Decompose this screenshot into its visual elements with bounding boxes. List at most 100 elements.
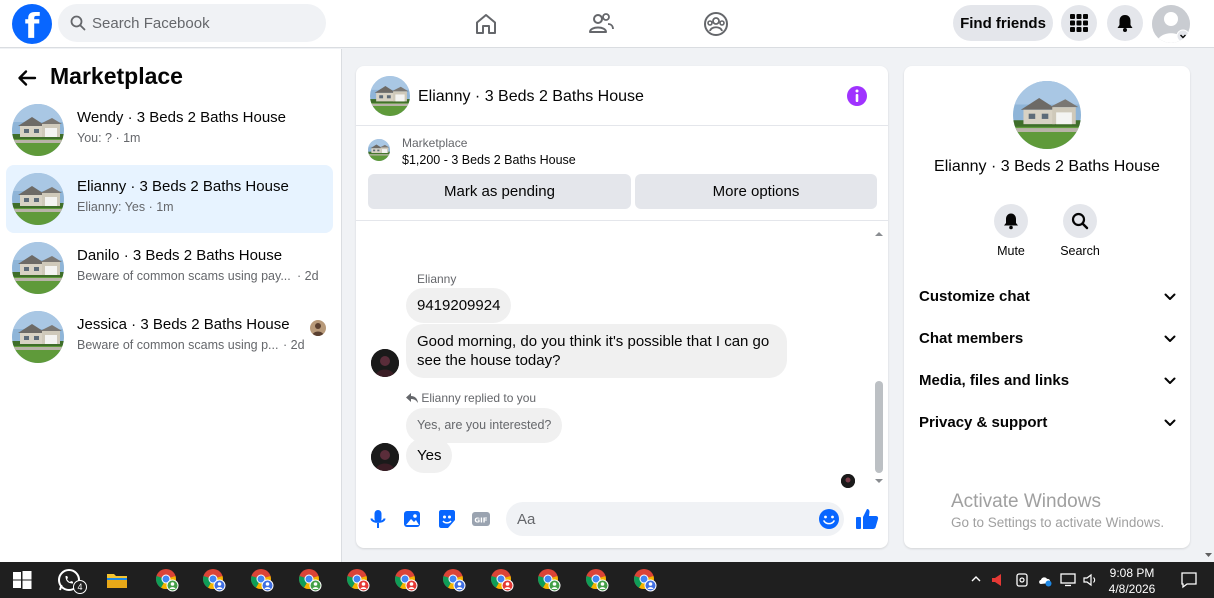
listing-thumbnail	[12, 173, 64, 225]
chat-members-section[interactable]: Chat members	[919, 323, 1177, 353]
mute-action[interactable]: Mute	[981, 204, 1041, 264]
listing-price-title[interactable]: $1,200 - 3 Beds 2 Baths House	[402, 153, 576, 167]
home-icon[interactable]	[472, 10, 500, 38]
thumbs-up-icon[interactable]	[854, 506, 880, 532]
message-line: Good morning, do you think it's possible…	[417, 333, 770, 350]
conversation-item[interactable]: Jessica · 3 Beds 2 Baths House Beware of…	[6, 303, 333, 371]
chrome-icon[interactable]	[442, 568, 466, 592]
media-files-links-section[interactable]: Media, files and links	[919, 365, 1177, 395]
chat-panel: Elianny · 3 Beds 2 Baths House Marketpla…	[356, 66, 888, 548]
listing-small-thumbnail	[368, 139, 390, 161]
reply-indicator: Elianny replied to you	[406, 391, 536, 405]
search-input[interactable]	[92, 4, 312, 42]
volume-alert-icon[interactable]	[990, 572, 1004, 588]
facebook-logo-icon[interactable]: f	[12, 4, 52, 44]
scroll-up-icon[interactable]	[872, 229, 886, 239]
section-label: Media, files and links	[919, 372, 1070, 389]
search-box[interactable]	[58, 4, 326, 42]
back-arrow-icon[interactable]	[16, 67, 38, 89]
message-line: see the house today?	[417, 352, 561, 369]
message-bubble[interactable]: Yes	[406, 438, 453, 473]
menu-button[interactable]	[1061, 5, 1097, 41]
scroll-thumb[interactable]	[875, 381, 883, 473]
bell-icon	[1117, 15, 1133, 32]
cloud-sync-icon[interactable]	[1037, 572, 1053, 588]
emoji-icon[interactable]	[818, 508, 840, 530]
sender-avatar[interactable]	[371, 349, 399, 377]
section-label: Privacy & support	[919, 414, 1048, 431]
clock-date[interactable]: 4/8/2026	[1104, 582, 1160, 596]
groups-icon[interactable]	[702, 10, 730, 38]
sender-name: Elianny	[417, 272, 457, 286]
reply-label-text: Elianny replied to you	[421, 391, 537, 405]
marketplace-sidebar: Marketplace Wendy · 3 Beds 2 Baths House…	[0, 49, 342, 562]
friends-icon[interactable]	[587, 10, 615, 38]
chrome-icon[interactable]	[155, 568, 179, 592]
conversation-item[interactable]: Danilo · 3 Beds 2 Baths House Beware of …	[6, 234, 333, 302]
account-avatar[interactable]	[1152, 5, 1190, 43]
windows-taskbar: 4 9:08 PM 4/8/2026	[0, 562, 1214, 598]
chrome-icon[interactable]	[202, 568, 226, 592]
network-icon[interactable]	[1060, 573, 1076, 587]
search-button[interactable]	[1063, 204, 1097, 238]
mark-as-pending-button[interactable]: Mark as pending	[368, 174, 631, 209]
conversation-preview: Beware of common scams using pay...	[77, 269, 291, 283]
windows-start-icon[interactable]	[10, 568, 34, 592]
chrome-icon[interactable]	[298, 568, 322, 592]
chrome-icon[interactable]	[346, 568, 370, 592]
photo-icon[interactable]	[401, 508, 423, 530]
info-icon[interactable]	[846, 85, 868, 107]
search-action[interactable]: Search	[1050, 204, 1110, 264]
svg-text:GIF: GIF	[474, 517, 487, 525]
privacy-support-section[interactable]: Privacy & support	[919, 407, 1177, 437]
microphone-icon[interactable]	[367, 508, 389, 530]
chrome-icon[interactable]	[585, 568, 609, 592]
speaker-icon[interactable]	[1083, 573, 1099, 587]
file-explorer-icon[interactable]	[105, 568, 129, 592]
watermark-title: Activate Windows	[951, 491, 1101, 512]
conversation-title: Danilo · 3 Beds 2 Baths House	[77, 247, 283, 264]
chat-scrollbar[interactable]	[872, 226, 886, 488]
chrome-icon[interactable]	[490, 568, 514, 592]
whatsapp-badge: 4	[73, 580, 87, 594]
conversation-item[interactable]: Wendy · 3 Beds 2 Baths House You: ? · 1m	[6, 96, 333, 164]
chrome-icon[interactable]	[394, 568, 418, 592]
scroll-down-icon[interactable]	[872, 476, 886, 486]
notifications-button[interactable]	[1107, 5, 1143, 41]
message-bubble[interactable]: Good morning, do you think it's possible…	[406, 324, 787, 378]
gif-icon[interactable]: GIF	[470, 508, 492, 530]
mute-button[interactable]	[994, 204, 1028, 238]
page-scroll-down-icon[interactable]	[1203, 551, 1214, 559]
chat-header: Elianny · 3 Beds 2 Baths House	[356, 66, 888, 126]
sticker-icon[interactable]	[436, 508, 458, 530]
chat-title[interactable]: Elianny · 3 Beds 2 Baths House	[418, 88, 644, 106]
more-options-button[interactable]: More options	[635, 174, 877, 209]
conversation-time: · 2d	[297, 269, 319, 283]
find-friends-button[interactable]: Find friends	[953, 5, 1053, 41]
whatsapp-taskbar-button[interactable]: 4	[57, 568, 87, 594]
conversation-item-active[interactable]: Elianny · 3 Beds 2 Baths House Elianny: …	[6, 165, 333, 233]
message-input[interactable]	[506, 502, 844, 536]
customize-chat-section[interactable]: Customize chat	[919, 281, 1177, 311]
page-scrollbar[interactable]	[1203, 49, 1214, 562]
chrome-icon[interactable]	[537, 568, 561, 592]
reply-arrow-icon	[406, 393, 418, 403]
listing-thumbnail	[12, 104, 64, 156]
message-bubble[interactable]: 9419209924	[406, 288, 512, 323]
chat-listing-thumbnail[interactable]	[370, 76, 410, 116]
tray-device-icon[interactable]	[1015, 573, 1029, 587]
info-title: Elianny · 3 Beds 2 Baths House	[934, 158, 1160, 175]
clock-time[interactable]: 9:08 PM	[1104, 566, 1160, 580]
conversation-title: Elianny · 3 Beds 2 Baths House	[77, 178, 289, 195]
sender-avatar[interactable]	[371, 443, 399, 471]
read-receipt-avatar	[841, 474, 855, 488]
chevron-up-icon[interactable]	[970, 574, 982, 584]
listing-thumbnail	[12, 311, 64, 363]
conversation-info-panel: Elianny · 3 Beds 2 Baths House Mute Sear…	[904, 66, 1190, 548]
chrome-icon[interactable]	[250, 568, 274, 592]
chrome-icon[interactable]	[633, 568, 657, 592]
listing-label: Marketplace	[402, 136, 468, 150]
notification-center-icon[interactable]	[1180, 571, 1198, 589]
mute-label: Mute	[997, 244, 1025, 258]
listing-large-thumbnail[interactable]	[1013, 81, 1081, 149]
